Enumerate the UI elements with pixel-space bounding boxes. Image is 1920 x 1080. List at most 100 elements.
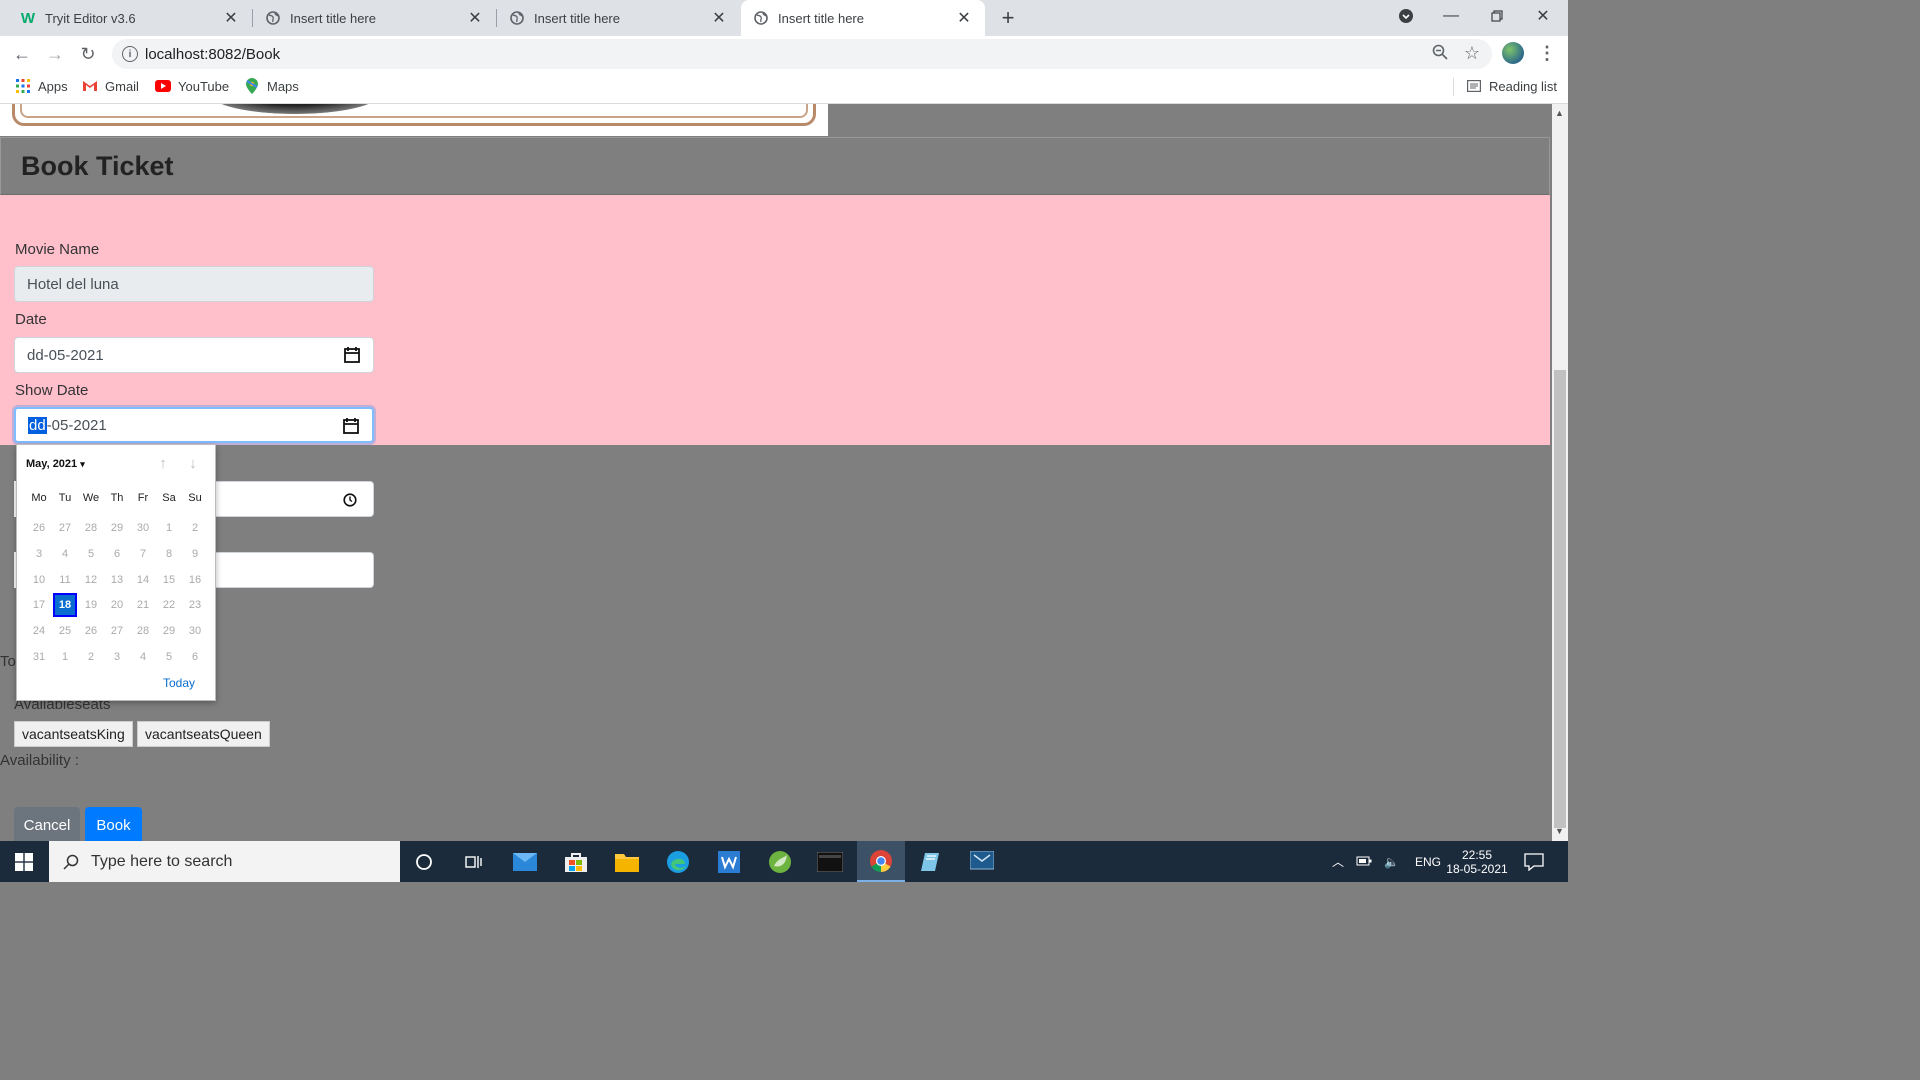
calendar-day[interactable]: 30 <box>182 619 208 645</box>
calendar-day[interactable]: 1 <box>52 645 78 671</box>
volume-icon[interactable]: 🔈 <box>1384 855 1399 869</box>
show-time-input[interactable] <box>216 481 374 517</box>
calendar-day[interactable]: 23 <box>182 593 208 619</box>
calendar-day[interactable]: 6 <box>104 542 130 568</box>
calendar-day[interactable]: 11 <box>52 568 78 594</box>
language-indicator[interactable]: ENG <box>1415 855 1441 869</box>
calendar-day[interactable]: 12 <box>78 568 104 594</box>
close-tab-icon[interactable]: ✕ <box>955 9 973 27</box>
remote-desktop-icon[interactable] <box>958 841 1006 882</box>
seat-king-button[interactable]: vacantseatsKing <box>14 721 133 747</box>
calendar-day[interactable]: 30 <box>130 516 156 542</box>
show-date-day-segment[interactable]: dd <box>28 416 47 434</box>
chrome-icon[interactable] <box>857 841 905 882</box>
close-tab-icon[interactable]: ✕ <box>710 9 728 27</box>
calendar-day[interactable]: 25 <box>52 619 78 645</box>
calendar-day[interactable]: 29 <box>156 619 182 645</box>
edge-icon[interactable] <box>654 841 702 882</box>
taskbar-search-box[interactable]: Type here to search <box>49 841 400 882</box>
scrollbar-thumb[interactable] <box>1554 370 1566 828</box>
calendar-day[interactable]: 28 <box>78 516 104 542</box>
spring-tool-icon[interactable] <box>756 841 804 882</box>
calendar-day[interactable]: 9 <box>182 542 208 568</box>
notepad-app-icon[interactable] <box>908 841 956 882</box>
calendar-day[interactable]: 17 <box>26 593 52 619</box>
bookmark-maps[interactable]: Maps <box>244 78 299 94</box>
seat-queen-button[interactable]: vacantseatsQueen <box>137 721 270 747</box>
calendar-day[interactable]: 5 <box>78 542 104 568</box>
calendar-day[interactable]: 20 <box>104 593 130 619</box>
cancel-button[interactable]: Cancel <box>14 807 80 841</box>
calendar-day[interactable]: 22 <box>156 593 182 619</box>
calendar-day[interactable]: 6 <box>182 645 208 671</box>
prev-month-arrow-icon[interactable]: ↑ <box>155 455 171 472</box>
book-button[interactable]: Book <box>85 807 142 841</box>
notifications-icon[interactable] <box>1524 841 1544 882</box>
calendar-day[interactable]: 2 <box>78 645 104 671</box>
file-explorer-icon[interactable] <box>603 841 651 882</box>
mysql-shell-icon[interactable] <box>806 841 854 882</box>
bookmark-star-icon[interactable]: ☆ <box>1464 43 1480 64</box>
calendar-day[interactable]: 24 <box>26 619 52 645</box>
calendar-day[interactable]: 4 <box>130 645 156 671</box>
site-info-icon[interactable]: i <box>122 46 138 62</box>
calendar-icon[interactable] <box>343 346 361 364</box>
calendar-day[interactable]: 10 <box>26 568 52 594</box>
menu-kebab-icon[interactable]: ⋮ <box>1538 43 1556 64</box>
battery-icon[interactable] <box>1356 855 1372 869</box>
zoom-icon[interactable] <box>1432 44 1448 65</box>
close-window-icon[interactable]: ✕ <box>1520 0 1566 32</box>
bookmark-youtube[interactable]: YouTube <box>155 78 229 94</box>
calendar-day[interactable]: 8 <box>156 542 182 568</box>
calendar-day[interactable]: 26 <box>78 619 104 645</box>
clock[interactable]: 22:55 18-05-2021 <box>1442 841 1512 882</box>
calendar-day[interactable]: 28 <box>130 619 156 645</box>
tab-insert-title-active[interactable]: Insert title here ✕ <box>741 0 985 36</box>
new-tab-button[interactable]: + <box>996 5 1020 30</box>
date-input[interactable]: dd-05-2021 <box>14 337 374 373</box>
tab-insert-title-2[interactable]: Insert title here ✕ <box>497 0 740 36</box>
calendar-day[interactable]: 1 <box>156 516 182 542</box>
calendar-day[interactable]: 26 <box>26 516 52 542</box>
tray-chevron-icon[interactable]: ︿ <box>1332 853 1344 870</box>
calendar-day[interactable]: 14 <box>130 568 156 594</box>
calendar-day[interactable]: 2 <box>182 516 208 542</box>
back-icon[interactable]: ← <box>8 40 36 68</box>
calendar-day[interactable]: 31 <box>26 645 52 671</box>
calendar-day[interactable]: 7 <box>130 542 156 568</box>
vertical-scrollbar[interactable]: ▲ ▼ <box>1552 104 1568 841</box>
close-tab-icon[interactable]: ✕ <box>466 9 484 27</box>
calendar-day[interactable]: 19 <box>78 593 104 619</box>
next-month-arrow-icon[interactable]: ↓ <box>185 455 201 472</box>
clock-icon[interactable] <box>343 493 357 507</box>
calendar-day[interactable]: 4 <box>52 542 78 568</box>
calendar-day[interactable]: 16 <box>182 568 208 594</box>
movie-name-input[interactable]: Hotel del luna <box>14 266 374 302</box>
show-date-input[interactable]: dd -05-2021 <box>14 407 374 443</box>
calendar-day-selected[interactable]: 18 <box>52 593 78 619</box>
calendar-day[interactable]: 15 <box>156 568 182 594</box>
calendar-day[interactable]: 3 <box>26 542 52 568</box>
calendar-day[interactable]: 27 <box>104 619 130 645</box>
restore-icon[interactable] <box>1474 0 1520 32</box>
month-year-dropdown[interactable]: May, 2021 ▾ <box>26 458 85 470</box>
calendar-day[interactable]: 3 <box>104 645 130 671</box>
profile-avatar[interactable] <box>1502 42 1524 64</box>
mail-icon[interactable] <box>501 841 549 882</box>
cortana-icon[interactable] <box>400 841 448 882</box>
scroll-up-arrow-icon[interactable]: ▲ <box>1555 108 1564 118</box>
windows-start-icon[interactable] <box>0 841 48 882</box>
reading-list-button[interactable]: Reading list <box>1466 78 1557 94</box>
bookmark-gmail[interactable]: Gmail <box>82 78 139 94</box>
address-bar[interactable]: i localhost:8082/Book ☆ <box>112 39 1492 69</box>
minimize-icon[interactable]: — <box>1428 0 1474 32</box>
tab-search-icon[interactable] <box>1383 0 1429 32</box>
tab-insert-title-1[interactable]: Insert title here ✕ <box>253 0 496 36</box>
forward-icon[interactable]: → <box>41 40 69 68</box>
calendar-day[interactable]: 21 <box>130 593 156 619</box>
scroll-down-arrow-icon[interactable]: ▼ <box>1555 826 1564 836</box>
calendar-icon[interactable] <box>342 417 360 435</box>
close-tab-icon[interactable]: ✕ <box>222 9 240 27</box>
today-button[interactable]: Today <box>163 676 195 690</box>
tab-tryit-editor[interactable]: W Tryit Editor v3.6 ✕ <box>0 0 252 36</box>
